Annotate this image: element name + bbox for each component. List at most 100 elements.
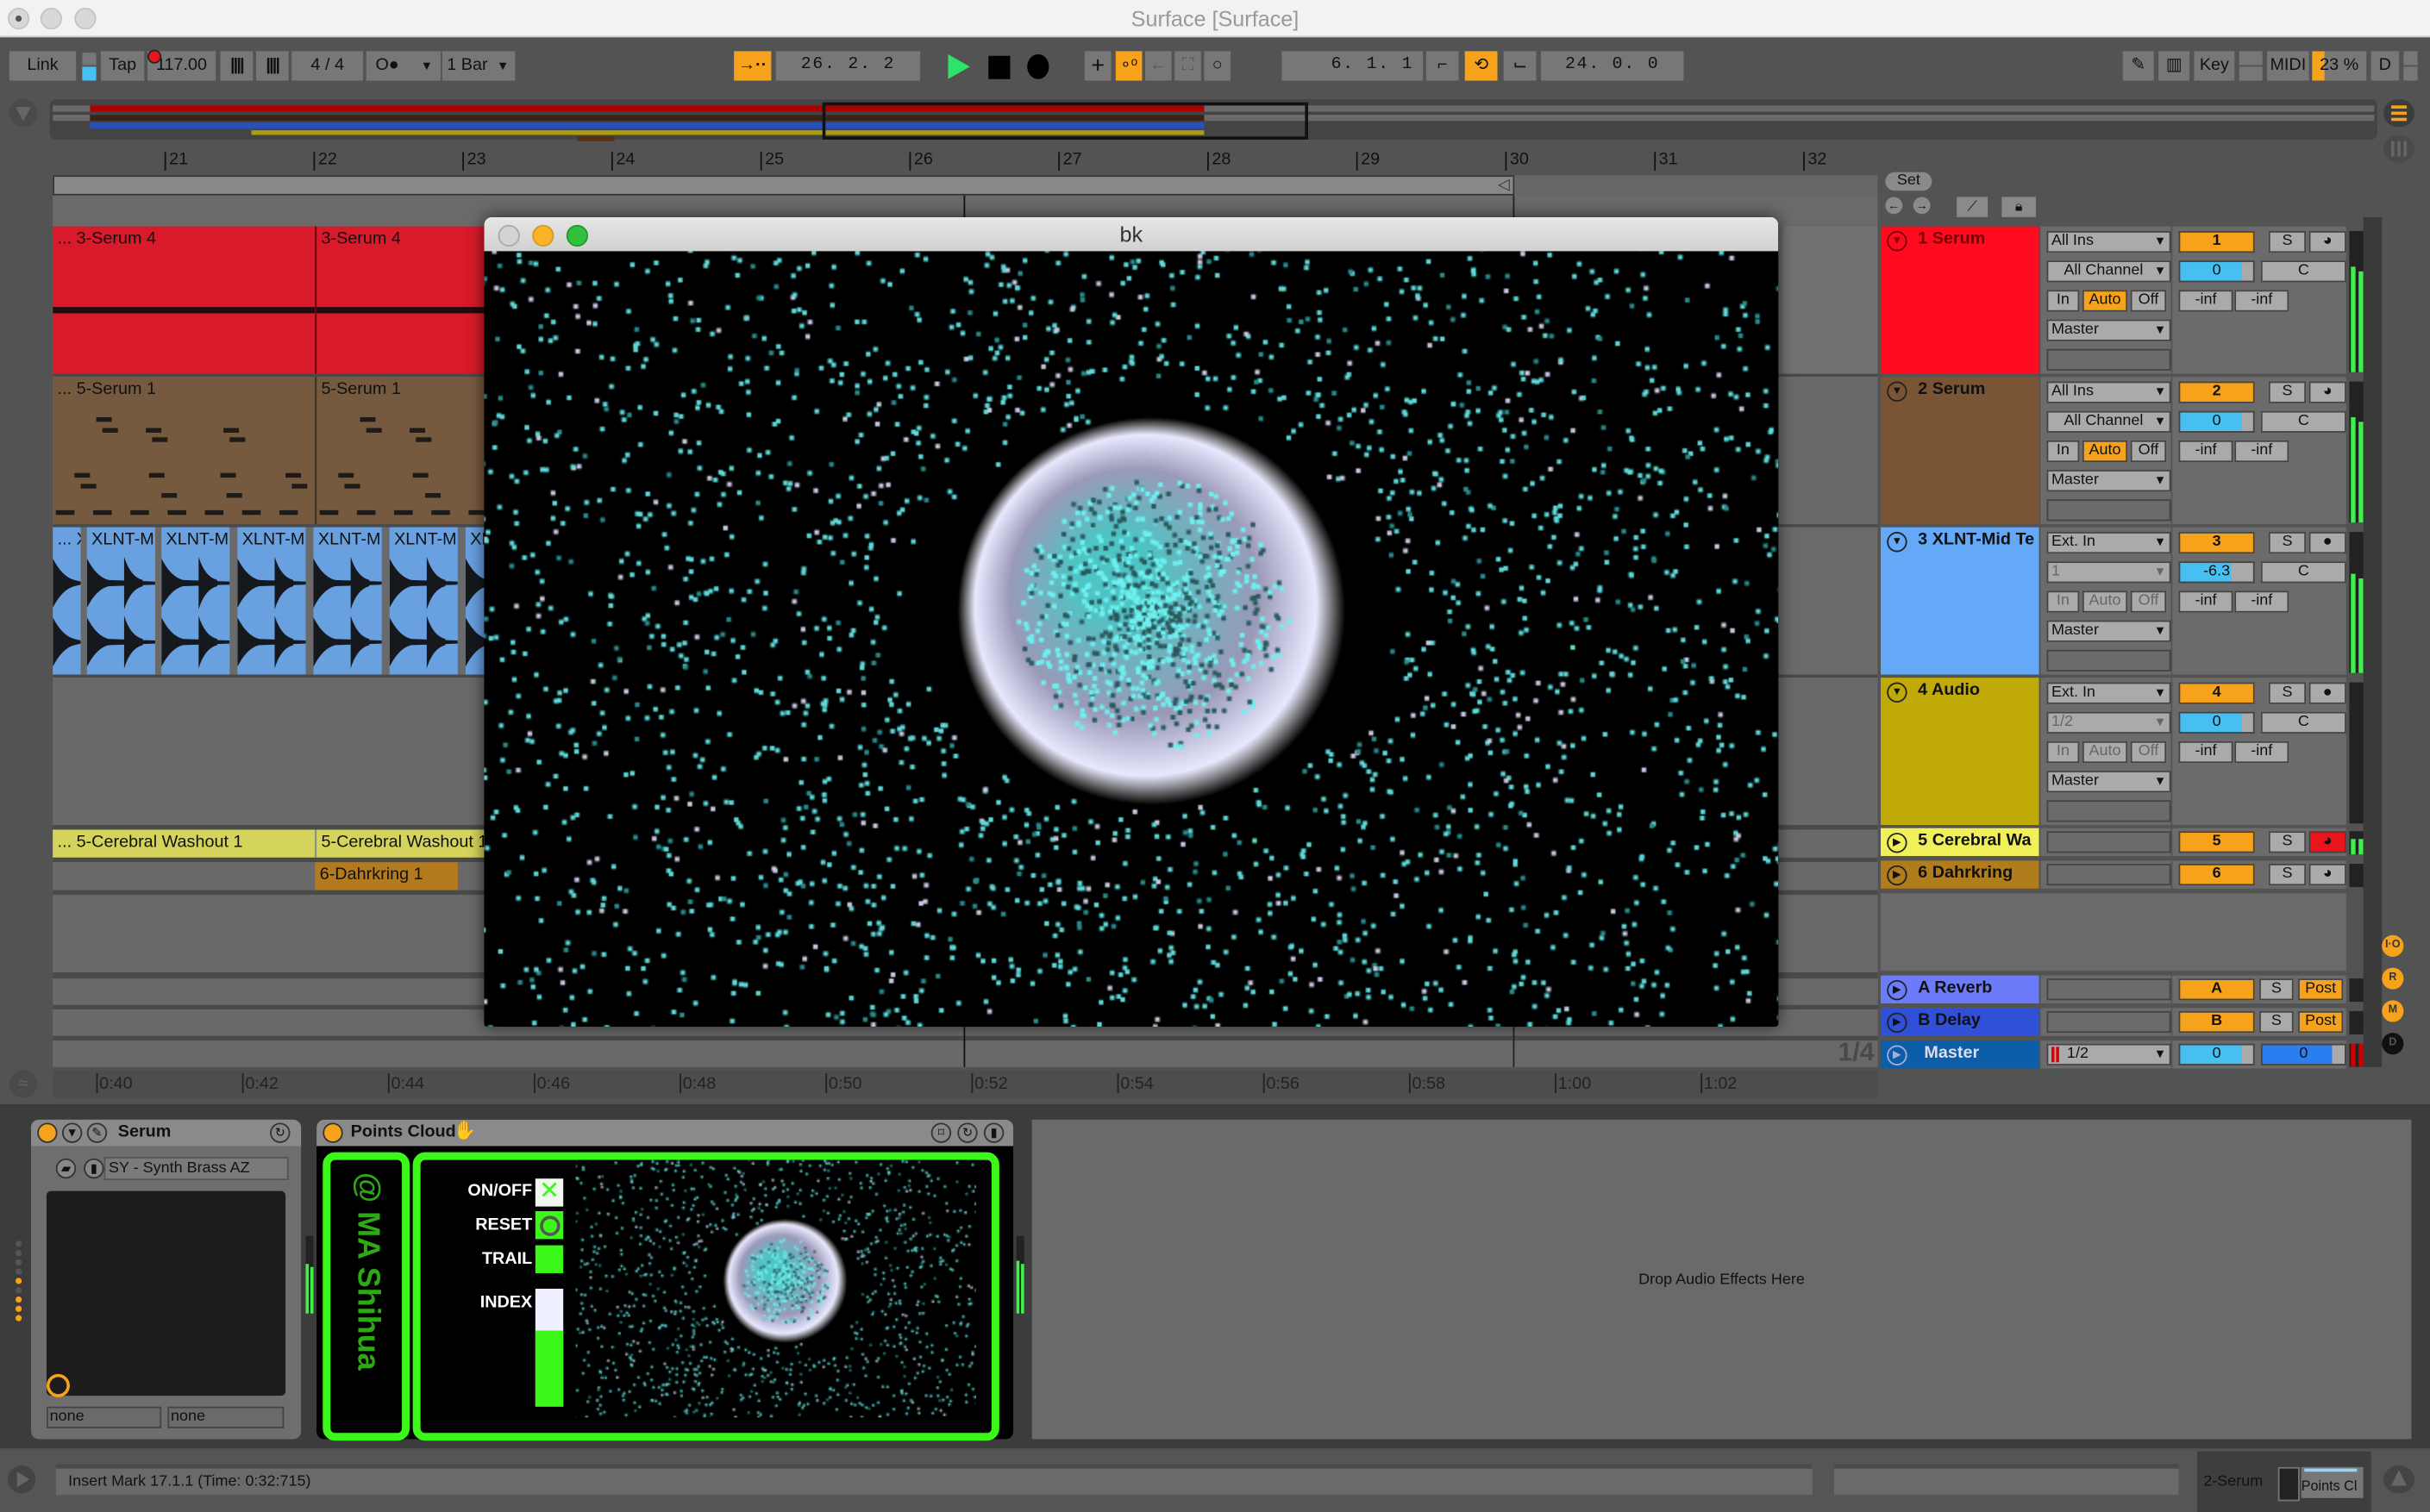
volume-field[interactable]: 0	[2178, 711, 2255, 734]
device-fold-button[interactable]: ▼	[61, 1122, 83, 1143]
send-a-field[interactable]: -inf	[2178, 590, 2233, 613]
set-locator-button[interactable]: Set	[1885, 172, 1932, 191]
midi-map-button[interactable]: MIDI	[2267, 51, 2309, 81]
fold-track-button[interactable]: ▶	[1887, 1045, 1907, 1065]
clip-dahrkring[interactable]: 6-Dahrkring 1	[315, 862, 458, 890]
volume-field[interactable]: 0	[2178, 410, 2255, 433]
input-type-select[interactable]: All Ins ▼	[2046, 381, 2171, 403]
track-header-4[interactable]: ▼ 4 Audio	[1880, 678, 2039, 826]
solo-button[interactable]: S	[2268, 864, 2307, 886]
monitor-in-button[interactable]: In	[2046, 740, 2080, 764]
track-activator-button[interactable]: 5	[2178, 831, 2255, 853]
solo-button[interactable]: S	[2268, 231, 2307, 253]
track-header-3[interactable]: ▼ 3 XLNT-Mid Te	[1880, 527, 2039, 675]
device-reload-button[interactable]: ↻	[270, 1122, 291, 1143]
monitor-in-button[interactable]: In	[2046, 440, 2080, 463]
selected-track-label[interactable]: 2-Serum	[2203, 1473, 2263, 1490]
time-ruler[interactable]: 0:40 0:42 0:44 0:46 0:48 0:50 0:52 0:54 0:56 0:58…	[53, 1070, 1878, 1098]
x-macro-select[interactable]: none	[46, 1406, 162, 1428]
track-header-6[interactable]: ▶ 6 Dahrkring	[1880, 860, 2039, 889]
io-section-toggle[interactable]: I·O	[2382, 934, 2404, 957]
pan-field[interactable]: C	[2260, 260, 2346, 283]
output-type-select[interactable]: Master ▼	[2046, 470, 2171, 492]
device-reload-button[interactable]: ↻	[957, 1122, 978, 1143]
track-activator-button[interactable]: 2	[2178, 381, 2255, 403]
track-activator-button[interactable]: 3	[2178, 532, 2255, 554]
arm-button[interactable]: ◕	[2308, 381, 2346, 403]
send-b-field[interactable]: -inf	[2234, 740, 2289, 764]
return-output-select[interactable]	[2046, 978, 2171, 1001]
loop-length-field[interactable]: 24. 0. 0	[1540, 51, 1684, 81]
send-a-field[interactable]: -inf	[2178, 740, 2233, 764]
output-type-select[interactable]: Master ▼	[2046, 771, 2171, 793]
delay-section-toggle[interactable]: D	[2382, 1033, 2404, 1055]
serum-device-header[interactable]: ▼ ✎ Serum ↻	[30, 1119, 302, 1146]
monitor-in-button[interactable]: In	[2046, 590, 2080, 613]
input-channel-select[interactable]: All Channel ▼	[2046, 410, 2171, 433]
clip-serum4-a[interactable]: ... 3-Serum 4	[53, 226, 316, 374]
monitor-auto-button[interactable]: Auto	[2082, 740, 2128, 764]
track-activator-button[interactable]: 6	[2178, 864, 2255, 886]
clip-xlnt[interactable]: XLNT-M	[313, 527, 382, 675]
group-input-select[interactable]	[2046, 831, 2171, 853]
tempo-nudge-down-button[interactable]: ||||	[220, 51, 254, 81]
fold-track-button[interactable]: ▼	[1887, 532, 1907, 553]
master-volume-field[interactable]: 0	[2178, 1043, 2255, 1065]
clip-xlnt[interactable]: ... X	[53, 527, 81, 675]
loop-start-field[interactable]: 6. 1. 1	[1281, 51, 1424, 81]
preset-browse-button[interactable]: ▰	[55, 1158, 77, 1179]
clip-xlnt[interactable]: XLNT-M	[389, 527, 458, 675]
send-b-field[interactable]: -inf	[2234, 290, 2289, 312]
track-header-2[interactable]: ▼ 2 Serum	[1880, 377, 2039, 525]
monitor-in-button[interactable]: In	[2046, 290, 2080, 312]
monitor-auto-button[interactable]: Auto	[2082, 590, 2128, 613]
metronome-button[interactable]: O● ▼	[366, 51, 442, 81]
input-channel-select[interactable]: 1 ▼	[2046, 561, 2171, 584]
fold-track-button[interactable]: ▼	[1887, 231, 1907, 252]
arm-button[interactable]: ●	[2308, 682, 2346, 704]
fold-track-button[interactable]: ▶	[1887, 979, 1907, 1001]
clip-washout-b[interactable]: 5-Cerebral Washout 1	[315, 829, 502, 858]
clip-xlnt[interactable]: XLNT-M	[161, 527, 230, 675]
group-input-select[interactable]	[2046, 864, 2171, 886]
cue-out-select[interactable]: 1/2 ▼	[2046, 1043, 2171, 1065]
record-button[interactable]	[1027, 53, 1049, 79]
monitor-off-button[interactable]: Off	[2130, 290, 2167, 312]
overview-visible-region[interactable]	[822, 102, 1308, 140]
clip-xlnt[interactable]: XLNT-M	[86, 527, 155, 675]
stop-button[interactable]	[988, 55, 1011, 79]
xy-pad-handle[interactable]	[46, 1373, 70, 1397]
arrangement-overview[interactable]	[49, 99, 2377, 141]
fold-track-button[interactable]: ▼	[1887, 682, 1907, 703]
master-header[interactable]: ▶ Master	[1880, 1040, 2039, 1069]
input-type-select[interactable]: All Ins ▼	[2046, 231, 2171, 253]
pre-post-button[interactable]: Post	[2298, 978, 2344, 1001]
input-type-select[interactable]: Ext. In ▼	[2046, 682, 2171, 704]
mixer-section-toggle[interactable]: M	[2382, 1000, 2404, 1022]
time-signature-field[interactable]: 4 / 4	[291, 51, 364, 81]
info-view-toggle[interactable]	[7, 1465, 36, 1494]
send-b-field[interactable]: -inf	[2234, 590, 2289, 613]
monitor-auto-button[interactable]: Auto	[2082, 290, 2128, 312]
solo-button[interactable]: S	[2268, 532, 2307, 554]
index-slider[interactable]	[535, 1288, 564, 1407]
volume-field[interactable]: -6.3	[2178, 561, 2255, 584]
back-to-arrangement-button[interactable]: ←	[1145, 51, 1172, 81]
clip-serum1-a[interactable]: ... 5-Serum 1	[53, 377, 316, 525]
output-type-select[interactable]: Master ▼	[2046, 319, 2171, 341]
pan-field[interactable]: C	[2260, 711, 2346, 734]
session-view-button[interactable]	[2383, 134, 2415, 163]
automation-lock-button[interactable]: ⟋	[1957, 197, 1988, 217]
input-channel-select[interactable]: 1/2 ▼	[2046, 711, 2171, 734]
arm-button[interactable]: ◕	[2308, 864, 2346, 886]
input-channel-select[interactable]: All Channel ▼	[2046, 260, 2171, 283]
capture-button[interactable]: ⛶	[1174, 51, 1201, 81]
trail-toggle[interactable]	[535, 1245, 564, 1273]
draw-mode-button[interactable]: ✎	[2122, 51, 2154, 81]
next-locator-button[interactable]: →	[1913, 197, 1931, 215]
clip-serum1-b[interactable]: 5-Serum 1	[315, 377, 502, 525]
solo-button[interactable]: S	[2268, 381, 2307, 403]
solo-button[interactable]: S	[2268, 682, 2307, 704]
fold-track-button[interactable]: ▶	[1887, 833, 1907, 853]
bk-video-window[interactable]: bk	[484, 216, 1779, 1027]
